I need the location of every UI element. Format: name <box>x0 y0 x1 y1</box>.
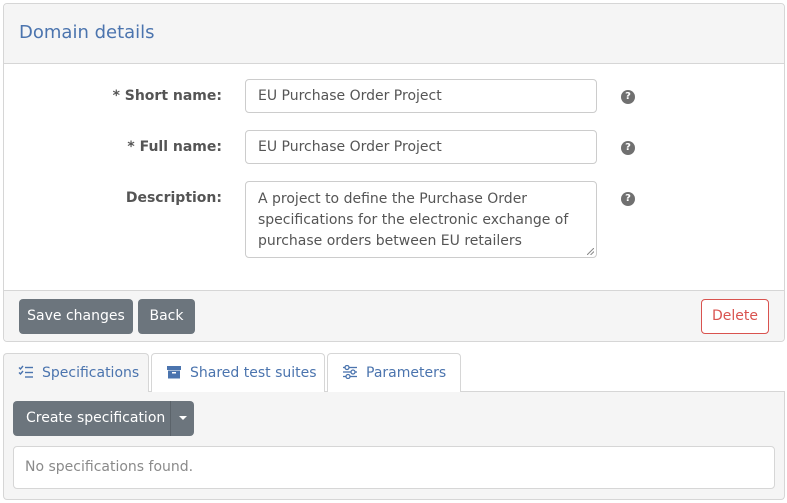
create-specification-split-button: Create specification <box>13 401 194 436</box>
empty-specifications-message: No specifications found. <box>13 446 775 489</box>
tab-parameters-label: Parameters <box>366 365 447 381</box>
chevron-down-icon[interactable] <box>170 401 194 436</box>
specifications-panel: Create specification No specifications f… <box>3 392 785 500</box>
delete-button[interactable]: Delete <box>701 299 769 334</box>
back-button[interactable]: Back <box>138 299 195 334</box>
save-changes-button[interactable]: Save changes <box>19 299 133 334</box>
description-help-icon[interactable]: ? <box>621 192 635 206</box>
tab-bar: Specifications Shared test suites Parame… <box>3 352 785 393</box>
description-textarea[interactable]: A project to define the Purchase Order s… <box>245 181 597 258</box>
tab-specifications[interactable]: Specifications <box>3 353 149 393</box>
domain-details-card: Domain details * Short name: EU Purchase… <box>3 3 785 342</box>
full-name-input[interactable]: EU Purchase Order Project <box>245 130 597 164</box>
card-footer: Save changes Back Delete <box>4 290 784 341</box>
description-text: A project to define the Purchase Order s… <box>258 191 569 249</box>
card-header: Domain details <box>4 4 784 64</box>
tab-shared-test-suites[interactable]: Shared test suites <box>151 353 325 392</box>
short-name-input[interactable]: EU Purchase Order Project <box>245 79 597 113</box>
short-name-help-icon[interactable]: ? <box>621 90 635 104</box>
tab-specifications-label: Specifications <box>42 365 140 381</box>
archive-box-icon <box>167 366 181 379</box>
full-name-help-icon[interactable]: ? <box>621 141 635 155</box>
page-title: Domain details <box>19 22 155 43</box>
tab-parameters[interactable]: Parameters <box>327 353 461 392</box>
short-name-label: * Short name: <box>112 88 222 104</box>
full-name-label: * Full name: <box>127 139 222 155</box>
description-label: Description: <box>125 190 222 206</box>
resize-grip-icon[interactable] <box>587 248 594 255</box>
sliders-icon <box>343 365 357 379</box>
list-check-icon <box>18 365 33 378</box>
create-specification-button[interactable]: Create specification <box>13 401 170 436</box>
domain-tabs: Specifications Shared test suites Parame… <box>3 352 785 500</box>
tab-shared-test-suites-label: Shared test suites <box>190 365 317 381</box>
